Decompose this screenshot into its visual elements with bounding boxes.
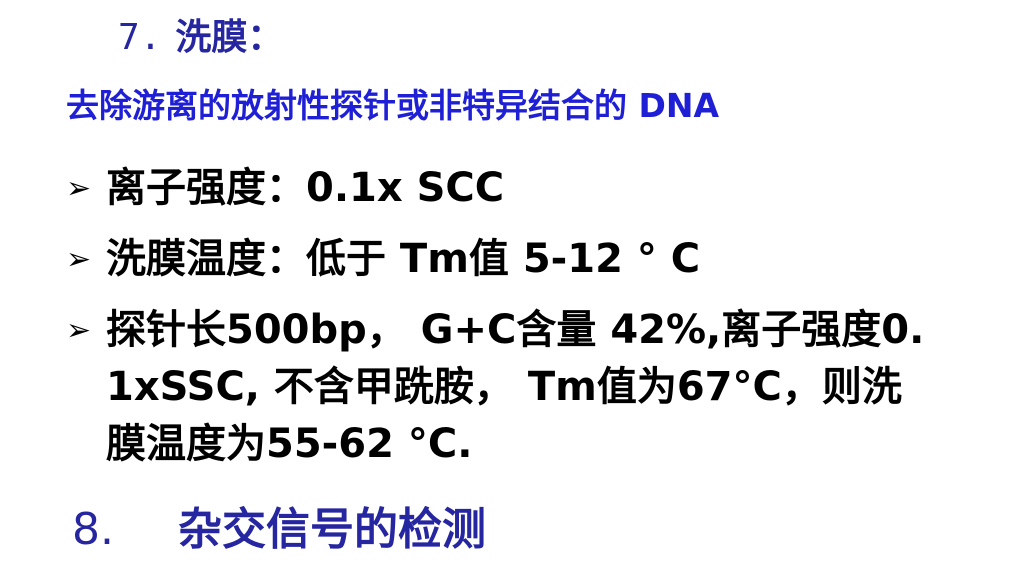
arrowhead-bullet-icon: ➢	[66, 313, 92, 348]
arrowhead-bullet-icon: ➢	[66, 171, 92, 206]
section-7-subtitle: 去除游离的放射性探针或非特异结合的 DNA	[66, 86, 720, 125]
section-8-title: 杂交信号的检测	[177, 504, 486, 555]
bullet-text: 洗膜温度：低于 Tm值 5-12 ° C	[106, 236, 701, 282]
list-item: ➢ 离子强度：0.1x SCC	[66, 160, 926, 217]
section-7-number: 7.	[118, 17, 162, 58]
list-item: ➢ 洗膜温度：低于 Tm值 5-12 ° C	[66, 231, 926, 288]
bullet-text: 离子强度：0.1x SCC	[106, 165, 505, 211]
section-7-title: 洗膜：	[175, 17, 284, 58]
list-item: ➢ 探针长500bp， G+C含量 42%,离子强度0.1xSSC, 不含甲跣胺…	[66, 302, 926, 473]
section-7-heading: 7. 洗膜：	[118, 14, 283, 62]
slide: 7. 洗膜： 去除游离的放射性探针或非特异结合的 DNA ➢ 离子强度：0.1x …	[0, 0, 1009, 580]
section-8-number: 8.	[72, 504, 114, 555]
arrowhead-bullet-icon: ➢	[66, 242, 92, 277]
bullet-text: 探针长500bp， G+C含量 42%,离子强度0.1xSSC, 不含甲跣胺， …	[106, 307, 925, 467]
section-8-heading: 8. 杂交信号的检测	[72, 498, 486, 562]
bullet-list: ➢ 离子强度：0.1x SCC ➢ 洗膜温度：低于 Tm值 5-12 ° C ➢…	[66, 160, 926, 487]
